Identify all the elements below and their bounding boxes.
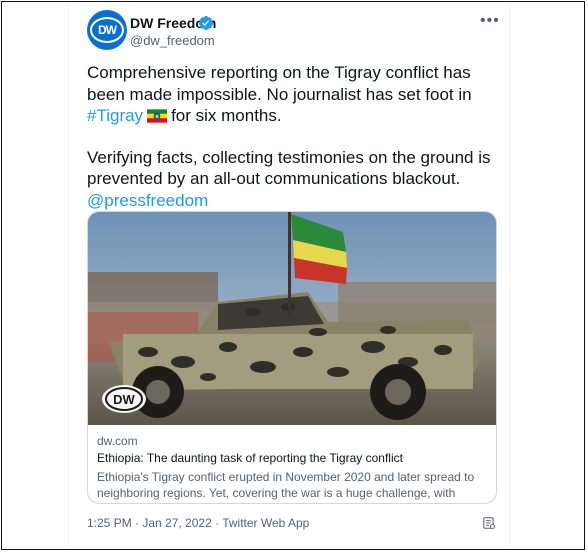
link-preview-card[interactable]: DW dw.com Ethiopia: The daunting task of… — [87, 211, 497, 504]
tweet-line: Comprehensive reporting on the Tigray co… — [87, 63, 471, 82]
dw-logo: DW — [102, 385, 146, 413]
verified-badge-icon — [198, 16, 213, 30]
link-title: Ethiopia: The daunting task of reporting… — [97, 451, 403, 465]
tweet-line: Verifying facts, collecting testimonies … — [87, 147, 491, 167]
hashtag-link[interactable]: #Tigray — [87, 106, 143, 125]
avatar-logo: DW — [90, 17, 124, 43]
tweet-line-rest: for six months. — [171, 106, 282, 126]
ethiopia-flag-icon — [147, 109, 168, 123]
analytics-icon[interactable] — [482, 516, 496, 530]
pickup-truck-photo — [88, 212, 496, 425]
avatar[interactable]: DW — [87, 10, 127, 50]
tweet-line: prevented by an all-out communications b… — [87, 169, 461, 189]
link-description: Ethiopia's Tigray conflict erupted in No… — [97, 469, 487, 503]
tweet-text: Comprehensive reporting on the Tigray co… — [87, 62, 497, 212]
more-options-icon[interactable]: ••• — [480, 12, 500, 30]
link-info: dw.com Ethiopia: The daunting task of re… — [97, 434, 487, 503]
tweet-line: been made impossible. No journalist has … — [87, 84, 472, 104]
tweet-line: #Tigray for six months. — [87, 105, 497, 127]
link-description-line: neighboring regions. Yet, covering the w… — [97, 486, 456, 503]
link-description-line: Ethiopia's Tigray conflict erupted in No… — [97, 470, 475, 484]
tweet-timestamp[interactable]: 1:25 PM · Jan 27, 2022 · Twitter Web App — [87, 516, 309, 530]
link-domain: dw.com — [97, 434, 138, 448]
dw-logo-text: DW — [113, 392, 135, 407]
mention-link[interactable]: @pressfreedom — [87, 191, 208, 210]
article-photo: DW — [88, 212, 496, 425]
account-handle[interactable]: @dw_freedom — [130, 33, 215, 48]
